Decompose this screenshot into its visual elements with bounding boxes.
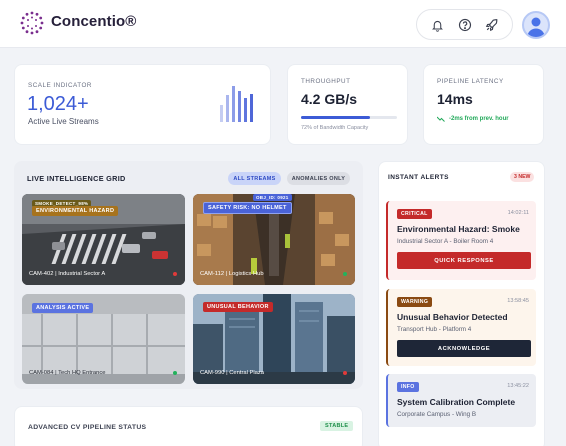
tile-caption: CAM-084 | Tech HQ Entrance <box>29 370 106 376</box>
camera-tile-cam-402[interactable]: SMOKE_DETECT_98% ENVIRONMENTAL HAZARD CA… <box>22 194 185 285</box>
pipeline-status-card: ADVANCED CV PIPELINE STATUS STABLE <box>14 406 363 446</box>
bell-icon[interactable] <box>427 15 447 35</box>
camera-tile-cam-112[interactable]: OBJ_ID: 0921 SAFETY RISK: NO HELMET CAM-… <box>193 194 355 285</box>
acknowledge-button[interactable]: ACKNOWLEDGE <box>397 340 531 357</box>
live-grid-title: LIVE INTELLIGENCE GRID <box>27 174 126 183</box>
scale-sub: Active Live Streams <box>28 117 99 126</box>
alert-location: Corporate Campus - Wing B <box>397 411 477 418</box>
stream-bars-icon <box>220 86 253 122</box>
status-dot <box>173 272 177 276</box>
brand-name: Concentio® <box>51 13 137 30</box>
scale-label: SCALE INDICATOR <box>28 82 92 89</box>
tile-tag: SAFETY RISK: NO HELMET <box>203 202 292 214</box>
alert-location: Transport Hub - Platform 4 <box>397 326 472 333</box>
filter-all-streams[interactable]: ALL STREAMS <box>228 172 281 185</box>
detect-label: OBJ_ID: 0921 <box>253 194 292 201</box>
status-dot <box>343 371 347 375</box>
scale-indicator-card: SCALE INDICATOR 1,024+ Active Live Strea… <box>14 64 271 145</box>
alert-location: Industrial Sector A - Boiler Room 4 <box>397 238 494 245</box>
trend-down-icon <box>437 116 445 122</box>
alert-title: Unusual Behavior Detected <box>397 312 508 322</box>
alert-level-badge: INFO <box>397 382 419 392</box>
alert-time: 13:58:45 <box>507 298 529 304</box>
tile-caption: CAM-402 | Industrial Sector A <box>29 271 106 277</box>
alert-time: 14:02:11 <box>507 210 529 216</box>
rocket-icon[interactable] <box>482 15 502 35</box>
camera-tile-cam-990[interactable]: UNUSUAL BEHAVIOR CAM-990 | Central Plaza <box>193 294 355 384</box>
throughput-sub: 72% of Bandwidth Capacity <box>301 125 369 131</box>
tile-caption: CAM-990 | Central Plaza <box>200 370 265 376</box>
alerts-title: INSTANT ALERTS <box>388 174 449 181</box>
throughput-value: 4.2 GB/s <box>301 91 358 107</box>
top-bar: Concentio® <box>0 0 566 48</box>
throughput-bar <box>301 116 397 119</box>
alert-title: System Calibration Complete <box>397 397 516 407</box>
latency-card: PIPELINE LATENCY 14ms -2ms from prev. ho… <box>423 64 544 145</box>
throughput-label: THROUGHPUT <box>301 78 351 85</box>
pipeline-title: ADVANCED CV PIPELINE STATUS <box>28 424 147 431</box>
alert-level-badge: CRITICAL <box>397 209 432 219</box>
alert-title: Environmental Hazard: Smoke <box>397 224 520 234</box>
alert-level-badge: WARNING <box>397 297 433 307</box>
logo-icon <box>20 11 44 35</box>
quick-response-button[interactable]: QUICK RESPONSE <box>397 252 531 269</box>
status-dot <box>343 272 347 276</box>
alert-info[interactable]: INFO 13:45:22 System Calibration Complet… <box>386 374 536 427</box>
scale-value: 1,024+ <box>27 93 89 115</box>
latency-label: PIPELINE LATENCY <box>437 78 504 85</box>
latency-delta: -2ms from prev. hour <box>437 116 509 122</box>
tile-tag: ENVIRONMENTAL HAZARD <box>32 206 119 216</box>
alert-critical[interactable]: CRITICAL 14:02:11 Environmental Hazard: … <box>386 201 536 280</box>
avatar[interactable] <box>522 11 550 39</box>
alert-warning[interactable]: WARNING 13:58:45 Unusual Behavior Detect… <box>386 289 536 366</box>
tile-caption: CAM-112 | Logistics Hub <box>200 271 264 277</box>
header-actions <box>416 9 513 40</box>
throughput-card: THROUGHPUT 4.2 GB/s 72% of Bandwidth Cap… <box>287 64 408 145</box>
alerts-count-badge: 3 NEW <box>510 172 535 182</box>
filter-anomalies-only[interactable]: ANOMALIES ONLY <box>287 172 350 185</box>
tile-tag: ANALYSIS ACTIVE <box>32 303 94 313</box>
latency-value: 14ms <box>437 91 473 107</box>
camera-tile-cam-084[interactable]: ANALYSIS ACTIVE CAM-084 | Tech HQ Entran… <box>22 294 185 384</box>
latency-delta-text: -2ms from prev. hour <box>449 116 509 122</box>
throughput-bar-fill <box>301 116 371 119</box>
status-dot <box>173 371 177 375</box>
pipeline-status-badge: STABLE <box>320 421 354 431</box>
alert-time: 13:45:22 <box>507 383 529 389</box>
tile-tag: UNUSUAL BEHAVIOR <box>203 302 273 312</box>
help-icon[interactable] <box>455 15 475 35</box>
